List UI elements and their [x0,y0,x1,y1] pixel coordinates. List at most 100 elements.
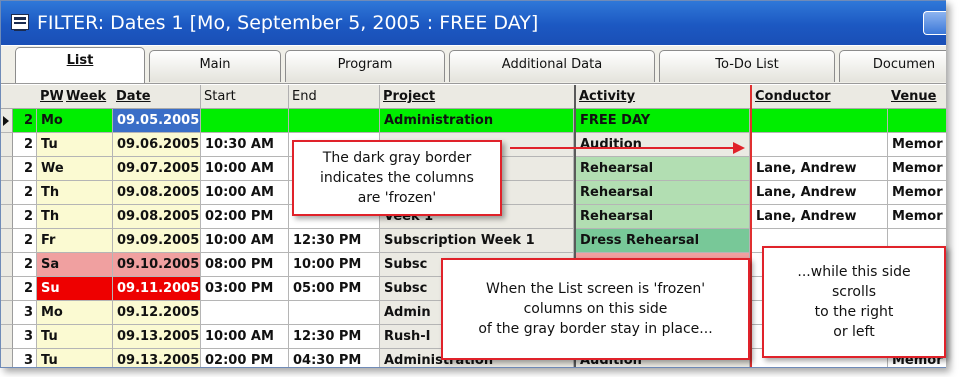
col-header-date[interactable]: Date [113,85,201,109]
tab-additional-data[interactable]: Additional Data [449,50,655,82]
cell-start[interactable]: 02:00 PM [201,205,289,229]
cell-date[interactable]: 09.09.2005 [113,229,201,253]
table-row[interactable]: 2 Mo 09.05.2005 Administration FREE DAY [1,109,946,133]
cell-date[interactable]: 09.13.2005 [113,349,201,367]
cell-venue[interactable]: Memor [888,157,946,181]
col-header-end[interactable]: End [289,85,380,109]
row-selector[interactable] [1,133,13,157]
cell-pw[interactable]: 2 [13,205,37,229]
cell-week[interactable]: Su [37,277,113,301]
cell-start[interactable]: 02:00 PM [201,349,289,367]
cell-venue[interactable]: Memor [888,133,946,157]
col-header-project[interactable]: Project [380,85,574,109]
cell-conductor[interactable]: Lane, Andrew [752,205,888,229]
cell-pw[interactable]: 3 [13,349,37,367]
cell-activity[interactable]: Dress Rehearsal [576,229,750,253]
cell-week[interactable]: Sa [37,253,113,277]
cell-start[interactable] [201,301,289,325]
cell-pw[interactable]: 2 [13,277,37,301]
cell-date[interactable]: 09.12.2005 [113,301,201,325]
row-selector[interactable] [1,325,13,349]
cell-conductor[interactable]: Lane, Andrew [752,181,888,205]
cell-week[interactable]: Th [37,181,113,205]
cell-pw[interactable]: 2 [13,181,37,205]
cell-activity[interactable]: Rehearsal [576,181,750,205]
col-header-activity[interactable]: Activity [576,85,750,109]
cell-end[interactable]: 12:30 PM [289,325,380,349]
cell-week[interactable]: Tu [37,349,113,367]
cell-week[interactable]: Mo [37,109,113,133]
cell-week[interactable]: We [37,157,113,181]
cell-start[interactable]: 10:00 AM [201,157,289,181]
cell-activity[interactable]: Audition [576,133,750,157]
cell-end[interactable] [289,301,380,325]
row-selector[interactable] [1,157,13,181]
cell-week[interactable]: Fr [37,229,113,253]
cell-date[interactable]: 09.08.2005 [113,205,201,229]
row-selector[interactable] [1,229,13,253]
cell-activity[interactable]: Rehearsal [576,205,750,229]
cell-week[interactable]: Th [37,205,113,229]
row-selector[interactable] [1,253,13,277]
cell-end[interactable] [289,109,380,133]
cell-week[interactable]: Mo [37,301,113,325]
cell-end[interactable]: 12:30 PM [289,229,380,253]
cell-date[interactable]: 09.08.2005 [113,181,201,205]
cell-pw[interactable]: 3 [13,325,37,349]
col-header-start[interactable]: Start [201,85,289,109]
cell-date[interactable]: 09.13.2005 [113,325,201,349]
cell-conductor[interactable] [752,109,888,133]
row-selector[interactable] [1,349,13,367]
tab-main[interactable]: Main [149,50,281,82]
cell-date[interactable]: 09.05.2005 [113,109,201,133]
row-selector[interactable] [1,277,13,301]
cell-pw[interactable]: 2 [13,229,37,253]
cell-pw[interactable]: 2 [13,253,37,277]
cell-week[interactable]: Tu [37,133,113,157]
cell-end[interactable]: 04:30 PM [289,349,380,367]
cell-start[interactable]: 10:00 AM [201,181,289,205]
tab-documents[interactable]: Documen [839,50,946,82]
row-selector[interactable] [1,181,13,205]
cell-pw[interactable]: 2 [13,157,37,181]
cell-venue[interactable]: Memor [888,181,946,205]
cell-end[interactable]: 10:00 PM [289,253,380,277]
cell-start[interactable]: 10:00 AM [201,325,289,349]
col-header-venue[interactable]: Venue [888,85,946,109]
cell-start[interactable]: 10:00 AM [201,229,289,253]
cell-week[interactable]: Tu [37,325,113,349]
col-header-conductor[interactable]: Conductor [752,85,888,109]
cell-date[interactable]: 09.07.2005 [113,157,201,181]
cell-venue[interactable]: Memor [888,205,946,229]
row-selector[interactable] [1,301,13,325]
cell-activity[interactable]: FREE DAY [576,109,750,133]
title-bar[interactable]: FILTER: Dates 1 [Mo, September 5, 2005 :… [1,1,946,45]
cell-pw[interactable]: 2 [13,133,37,157]
tab-to-do-list[interactable]: To-Do List [659,50,835,82]
col-header-pw[interactable]: PW [37,85,63,109]
col-header-week[interactable]: Week [63,85,113,109]
cell-start[interactable]: 03:00 PM [201,277,289,301]
window-control-button[interactable] [923,11,946,35]
app-menu-icon[interactable] [11,14,29,31]
cell-venue[interactable] [888,109,946,133]
cell-pw[interactable]: 3 [13,301,37,325]
callout-line: indicates the columns [320,170,474,186]
tab-program[interactable]: Program [285,50,445,82]
cell-date[interactable]: 09.11.2005 [113,277,201,301]
tab-list[interactable]: List [15,47,145,83]
cell-conductor[interactable] [752,133,888,157]
row-selector[interactable] [1,109,13,133]
cell-end[interactable]: 05:00 PM [289,277,380,301]
cell-activity[interactable]: Rehearsal [576,157,750,181]
cell-project[interactable]: Subscription Week 1 [380,229,574,253]
row-selector[interactable] [1,205,13,229]
cell-project[interactable]: Administration [380,109,574,133]
cell-date[interactable]: 09.10.2005 [113,253,201,277]
cell-conductor[interactable]: Lane, Andrew [752,157,888,181]
cell-start[interactable] [201,109,289,133]
cell-pw[interactable]: 2 [13,109,37,133]
cell-start[interactable]: 08:00 PM [201,253,289,277]
cell-start[interactable]: 10:30 AM [201,133,289,157]
cell-date[interactable]: 09.06.2005 [113,133,201,157]
